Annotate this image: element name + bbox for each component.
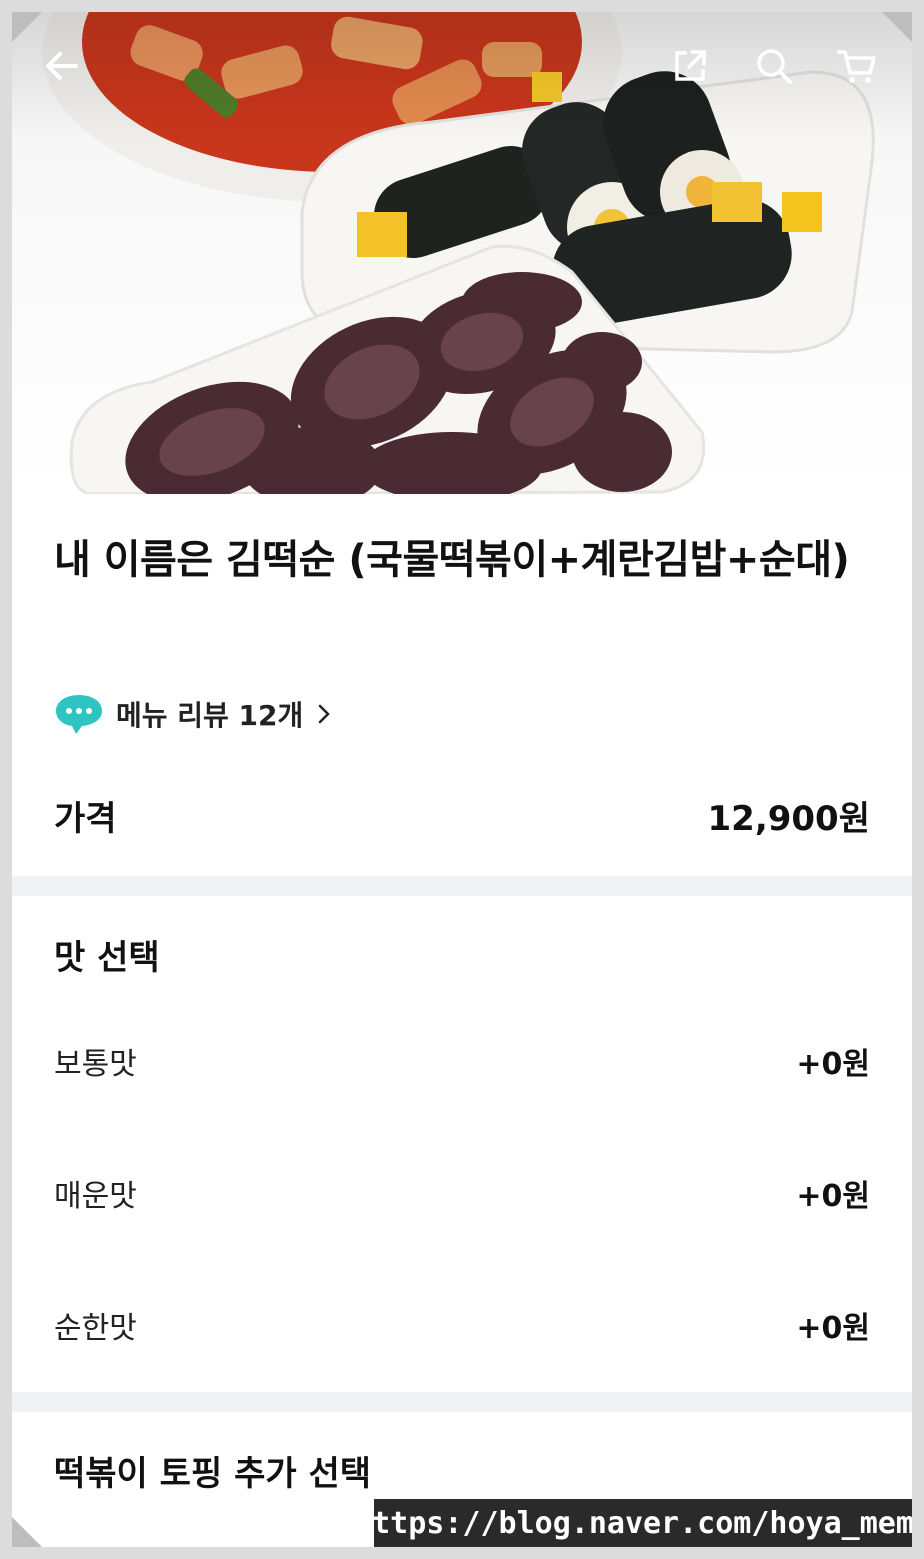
option-regular[interactable]: 보통맛 +0원 (54, 1036, 870, 1086)
product-image (12, 12, 912, 494)
option-price: +0원 (796, 1179, 870, 1214)
search-button[interactable] (754, 46, 798, 90)
price-value: 12,900원 (707, 798, 870, 839)
corner-fold (882, 12, 912, 42)
price-row: 가격 12,900원 (54, 790, 870, 840)
corner-fold (12, 12, 42, 42)
back-button[interactable] (42, 46, 86, 90)
menu-review-link[interactable]: 메뉴 리뷰 12개 (54, 692, 333, 736)
app-screen: 내 이름은 김떡순 (국물떡볶이+계란김밥+순대) 메뉴 리뷰 12개 가격 1… (12, 12, 912, 1547)
cart-icon (837, 50, 876, 83)
option-name: 보통맛 (54, 1047, 137, 1082)
arrow-left-icon (46, 52, 78, 80)
section-divider (12, 876, 912, 896)
share-icon (675, 50, 706, 81)
chevron-right-icon (319, 704, 331, 724)
price-label: 가격 (54, 798, 117, 839)
speech-bubble-icon (56, 695, 102, 734)
cart-button[interactable] (836, 46, 880, 90)
option-name: 순한맛 (54, 1311, 137, 1346)
option-spicy[interactable]: 매운맛 +0원 (54, 1168, 870, 1218)
topping-section-title: 떡볶이 토핑 추가 선택 (54, 1454, 372, 1494)
review-count-label: 메뉴 리뷰 12개 (116, 699, 304, 732)
corner-fold (12, 1517, 42, 1547)
option-price: +0원 (796, 1311, 870, 1346)
search-icon (757, 49, 792, 84)
product-title: 내 이름은 김떡순 (국물떡볶이+계란김밥+순대) (54, 537, 850, 583)
blog-watermark: https://blog.naver.com/hoya_memo (354, 1499, 912, 1547)
section-divider (12, 1392, 912, 1412)
option-name: 매운맛 (54, 1179, 137, 1214)
share-button[interactable] (670, 46, 714, 90)
taste-section-title: 맛 선택 (54, 938, 160, 978)
option-price: +0원 (796, 1047, 870, 1082)
option-mild[interactable]: 순한맛 +0원 (54, 1300, 870, 1350)
